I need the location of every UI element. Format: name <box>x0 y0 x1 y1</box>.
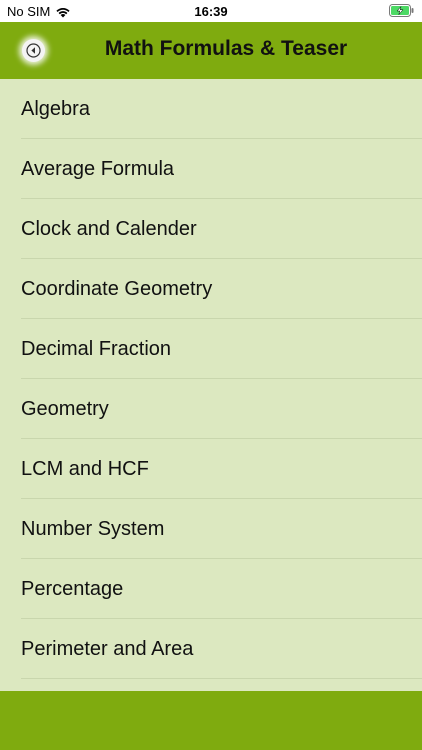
list-item-average-formula[interactable]: Average Formula <box>0 139 422 199</box>
list-item-label: Decimal Fraction <box>21 338 172 360</box>
back-arrow-icon <box>22 39 45 62</box>
list-item-label: Percentage <box>21 578 124 600</box>
list-item-lcm-and-hcf[interactable]: LCM and HCF <box>0 439 422 499</box>
nav-bar: Math Formulas & Teaser <box>0 22 422 79</box>
list-item-clock-and-calender[interactable]: Clock and Calender <box>0 199 422 259</box>
list-item-label: Clock and Calender <box>21 218 197 240</box>
list-item-coordinate-geometry[interactable]: Coordinate Geometry <box>0 259 422 319</box>
list-item-label: Perimeter and Area <box>21 638 194 660</box>
list-item-label: Coordinate Geometry <box>21 278 213 300</box>
topic-list: Algebra Average Formula Clock and Calend… <box>0 79 422 691</box>
list-item-perimeter-and-area[interactable]: Perimeter and Area <box>0 619 422 679</box>
page-title: Math Formulas & Teaser <box>104 37 348 60</box>
list-item-decimal-fraction[interactable]: Decimal Fraction <box>0 319 422 379</box>
battery-charging-icon <box>389 4 414 17</box>
list-item-algebra[interactable]: Algebra <box>0 79 422 139</box>
list-item-label: LCM and HCF <box>21 458 149 480</box>
status-bar: No SIM 16:39 <box>0 0 422 22</box>
status-time: 16:39 <box>194 4 228 19</box>
list-item-label: Number System <box>21 518 165 540</box>
list-item-label: Average Formula <box>21 158 175 180</box>
list-item-label: Geometry <box>21 398 109 420</box>
list-item-percentage[interactable]: Percentage <box>0 559 422 619</box>
bottom-bar <box>0 691 422 750</box>
list-item-number-system[interactable]: Number System <box>0 499 422 559</box>
list-item-label: Algebra <box>21 98 90 120</box>
list-item-geometry[interactable]: Geometry <box>0 379 422 439</box>
back-button[interactable] <box>17 36 51 64</box>
divider <box>21 678 422 679</box>
